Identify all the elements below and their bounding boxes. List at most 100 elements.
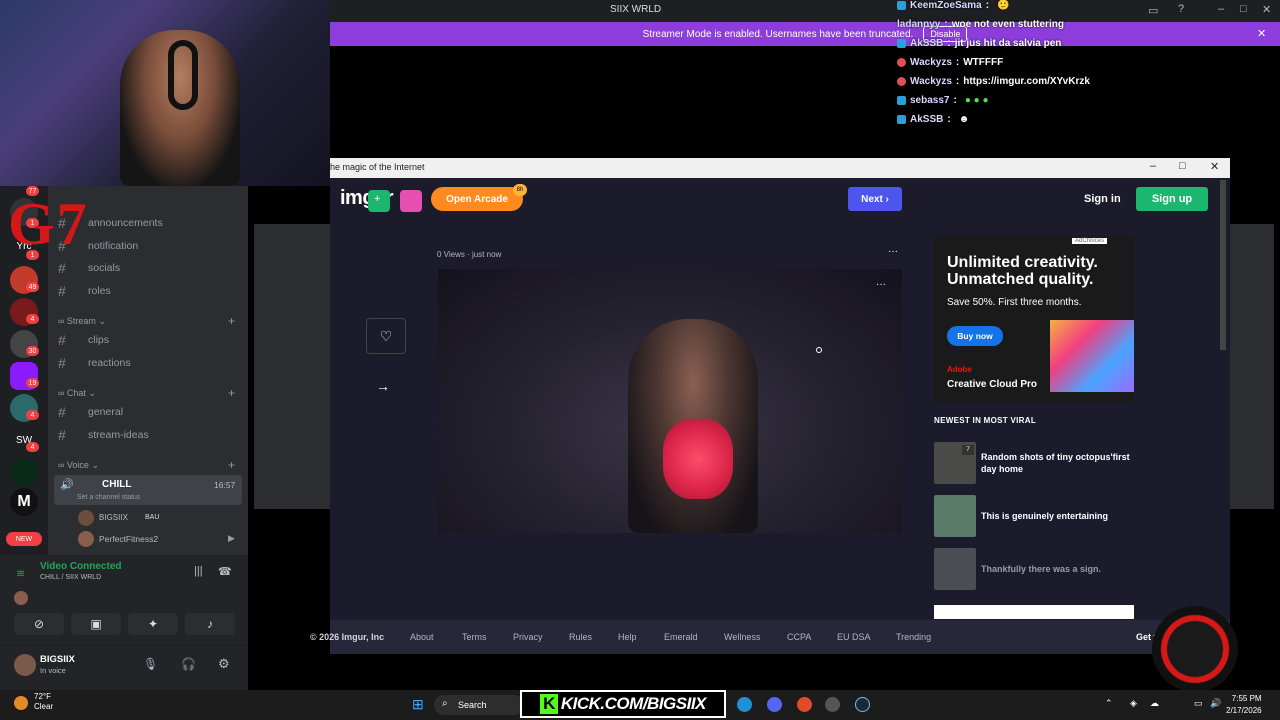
camera-off-button[interactable]: ⊘ [14, 613, 64, 635]
ad-strip [934, 605, 1134, 619]
minimize-icon[interactable]: – [1218, 3, 1224, 15]
video-options-icon[interactable]: ··· [876, 279, 886, 290]
disconnect-icon[interactable]: ☎ [218, 565, 232, 578]
more-options-icon[interactable]: ··· [888, 246, 898, 257]
channel-reactions[interactable]: # reactions [58, 353, 242, 373]
windows-start-icon[interactable]: ⊞ [412, 696, 424, 713]
cursor-icon [816, 347, 822, 353]
headphones-icon[interactable]: 🎧 [181, 657, 196, 671]
tab-title[interactable]: he magic of the Internet [330, 162, 425, 172]
channel-stream-ideas[interactable]: # stream-ideas [58, 425, 242, 445]
footer-terms[interactable]: Terms [462, 632, 487, 642]
new-badge: NEW [6, 532, 42, 546]
chat-separator: : [947, 114, 951, 125]
adchoices-label[interactable]: AdChoices [1072, 238, 1108, 244]
streamer-mode-text: Streamer Mode is enabled. Usernames have… [642, 28, 914, 40]
discord-icon[interactable] [767, 697, 782, 712]
channel-socials[interactable]: # socials [58, 258, 242, 278]
mic-icon[interactable]: 🎙 [143, 657, 158, 671]
meme-button[interactable] [400, 190, 422, 212]
noise-suppression-icon[interactable]: ||| [194, 565, 203, 577]
open-arcade-button[interactable]: Open Arcade [431, 187, 523, 211]
viral-item[interactable]: 7 Random shots of tiny octopus'first day… [934, 442, 1134, 484]
ad-banner[interactable]: AdChoices Unlimited creativity. Unmatche… [934, 236, 1134, 402]
screen-share-button[interactable]: ▣ [71, 613, 121, 635]
channel-label: roles [88, 285, 111, 297]
share-arrow-icon[interactable]: → [376, 378, 390, 394]
add-channel-icon[interactable]: + [228, 386, 235, 400]
taskbar-clock[interactable]: 7:55 PM 2/17/2026 [1226, 693, 1262, 717]
channel-label: socials [88, 262, 121, 274]
heart-icon: ♡ [379, 327, 393, 344]
footer-ccpa[interactable]: CCPA [787, 632, 811, 642]
footer-wellness[interactable]: Wellness [724, 632, 760, 642]
chat-line: ladannyy: woe not even stuttering [897, 15, 1157, 34]
channel-roles[interactable]: # roles [58, 281, 242, 301]
voice-member-name[interactable]: PerfectFitness2 [99, 534, 158, 544]
footer-about[interactable]: About [410, 632, 434, 642]
emote-icon: ☻ [958, 114, 970, 125]
category-stream[interactable]: ∞ Stream ⌄ [58, 316, 106, 327]
voice-channel-chill[interactable]: 🔊 CHILL 16:57 Set a channel status [54, 475, 242, 505]
server-badge: 30 [26, 346, 39, 356]
voice-member-name[interactable]: BIGSIIX [99, 513, 128, 522]
scrollbar[interactable] [1220, 180, 1226, 350]
soundboard-button[interactable]: ♪ [185, 613, 235, 635]
steam-icon[interactable] [855, 697, 870, 712]
tray-icon[interactable]: ◈ [1130, 698, 1137, 709]
help-icon[interactable]: ? [1178, 3, 1184, 15]
category-voice[interactable]: ∞ Voice ⌄ [58, 460, 99, 471]
channel-status-prompt[interactable]: Set a channel status [77, 494, 140, 501]
weather-widget[interactable]: 72°F Clear [34, 692, 53, 712]
channel-clips[interactable]: # clips [58, 330, 242, 350]
search-label: Search [458, 700, 487, 710]
sign-up-button[interactable]: Sign up [1136, 187, 1208, 211]
weather-icon [14, 696, 28, 710]
volume-icon[interactable]: 🔊 [1210, 698, 1221, 709]
maximize-icon[interactable]: □ [1179, 160, 1186, 172]
footer-trending[interactable]: Trending [896, 632, 931, 642]
maximize-icon[interactable]: □ [1240, 3, 1247, 15]
footer-privacy[interactable]: Privacy [513, 632, 543, 642]
close-icon[interactable]: ✕ [1262, 3, 1271, 16]
ad-subtext: Save 50%. First three months. [947, 297, 1082, 308]
settings-icon[interactable]: ⚙ [218, 656, 230, 672]
next-button[interactable]: Next › [848, 187, 902, 211]
network-icon[interactable]: ▭ [1194, 698, 1203, 709]
viral-item[interactable]: This is genuinely entertaining [934, 495, 1134, 537]
activities-button[interactable]: ✦ [128, 613, 178, 635]
close-icon[interactable]: ✕ [1210, 160, 1219, 173]
arcade-label: Open Arcade [446, 193, 508, 205]
tray-icon[interactable]: ☁ [1150, 698, 1159, 709]
category-chat[interactable]: ∞ Chat ⌄ [58, 388, 96, 399]
app-icon[interactable] [797, 697, 812, 712]
viral-title: Thankfully there was a sign. [981, 564, 1102, 574]
arcade-badge: 8h [513, 184, 527, 196]
add-channel-icon[interactable]: + [228, 314, 235, 328]
footer-eu-dsa[interactable]: EU DSA [837, 632, 871, 642]
edge-icon[interactable] [737, 697, 752, 712]
voice-location[interactable]: CHILL / SIIX WRLD [40, 574, 101, 581]
obs-icon[interactable] [825, 697, 840, 712]
viral-item[interactable]: Thankfully there was a sign. [934, 548, 1134, 590]
browser-titlebar: he magic of the Internet – □ ✕ [330, 158, 1230, 178]
video-player[interactable]: ··· [438, 269, 902, 533]
taskbar-search[interactable]: ⌕ Search [434, 695, 524, 715]
add-channel-icon[interactable]: + [228, 458, 235, 472]
close-banner-icon[interactable]: ✕ [1257, 27, 1266, 40]
tray-chevron-icon[interactable]: ⌃ [1105, 698, 1113, 709]
server-icon[interactable] [10, 458, 38, 486]
channel-general[interactable]: # general [58, 402, 242, 422]
footer-help[interactable]: Help [618, 632, 637, 642]
category-label: Chat [66, 388, 86, 398]
buy-now-button[interactable]: Buy now [947, 326, 1003, 346]
footer-emerald[interactable]: Emerald [664, 632, 698, 642]
webcam-overlay [0, 0, 330, 186]
sign-in-link[interactable]: Sign in [1084, 193, 1121, 205]
minimize-icon[interactable]: – [1150, 160, 1156, 172]
user-avatar[interactable] [14, 654, 36, 676]
footer-rules[interactable]: Rules [569, 632, 592, 642]
channel-label: clips [88, 334, 110, 346]
server-icon[interactable]: M [10, 488, 38, 516]
favorite-button[interactable]: ♡ [366, 318, 406, 354]
